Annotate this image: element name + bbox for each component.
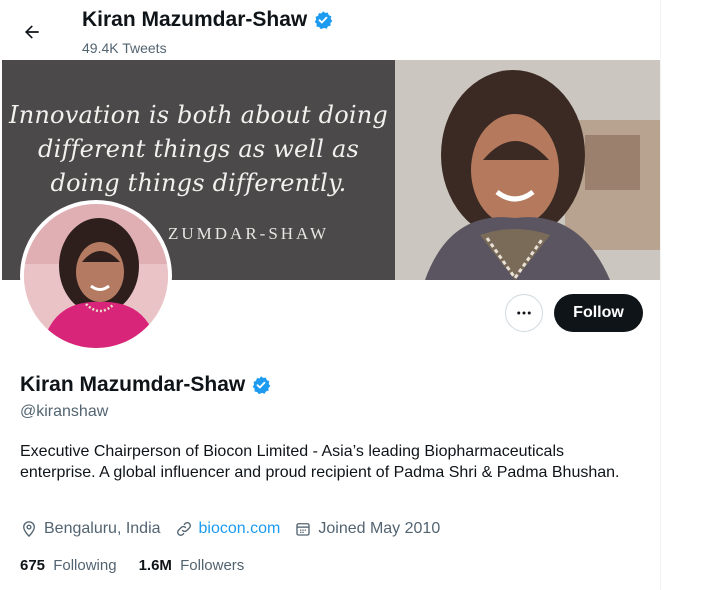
profile-column: Kiran Mazumdar-Shaw 49.4K Tweets Innovat… <box>0 0 661 590</box>
followers-count: 1.6M <box>138 557 172 574</box>
joined-text: Joined May 2010 <box>318 520 441 537</box>
profile-name: Kiran Mazumdar-Shaw <box>20 373 271 397</box>
calendar-icon <box>296 523 311 536</box>
back-button[interactable] <box>18 18 46 46</box>
followers-link[interactable]: 1.6M Followers <box>139 557 245 574</box>
location-text: Bengaluru, India <box>44 520 161 537</box>
profile-handle: @kiranshaw <box>20 403 109 420</box>
profile-stats: 675 Following 1.6M Followers <box>20 557 266 574</box>
profile-display-name: Kiran Mazumdar-Shaw <box>20 373 246 396</box>
banner-attribution: ZUMDAR-SHAW <box>168 224 330 243</box>
following-label: Following <box>53 557 117 574</box>
quote-line: Innovation is both about doing <box>9 101 388 129</box>
profile-avatar[interactable] <box>20 200 172 352</box>
quote-line: different things as well as <box>38 135 359 163</box>
quote-line: doing things differently. <box>50 169 347 197</box>
following-link[interactable]: 675 Following <box>20 557 117 574</box>
website-link[interactable]: biocon.com <box>199 520 281 538</box>
link-icon <box>176 522 191 536</box>
more-dots-icon <box>517 311 531 315</box>
avatar-image <box>24 204 168 348</box>
profile-meta: Bengaluru, India biocon.com Joined May 2… <box>20 520 454 538</box>
followers-label: Followers <box>180 557 245 574</box>
verified-badge-icon <box>314 11 333 30</box>
verified-badge-icon[interactable] <box>251 375 271 395</box>
following-count: 675 <box>20 557 46 574</box>
more-options-button[interactable] <box>505 294 543 332</box>
profile-website[interactable]: biocon.com <box>175 520 281 538</box>
banner-quote: Innovation is both about doing different… <box>2 98 395 200</box>
profile-joined: Joined May 2010 <box>294 520 440 538</box>
header-tweet-count: 49.4K Tweets <box>82 40 167 56</box>
profile-location: Bengaluru, India <box>20 520 161 538</box>
header-title: Kiran Mazumdar-Shaw <box>82 8 333 32</box>
follow-button[interactable]: Follow <box>554 294 643 332</box>
arrow-left-icon <box>25 25 39 39</box>
banner-portrait-image <box>395 60 660 280</box>
profile-bio: Executive Chairperson of Biocon Limited … <box>20 443 620 481</box>
header-name: Kiran Mazumdar-Shaw <box>82 8 308 31</box>
location-pin-icon <box>23 521 35 538</box>
banner-photo <box>395 60 660 280</box>
